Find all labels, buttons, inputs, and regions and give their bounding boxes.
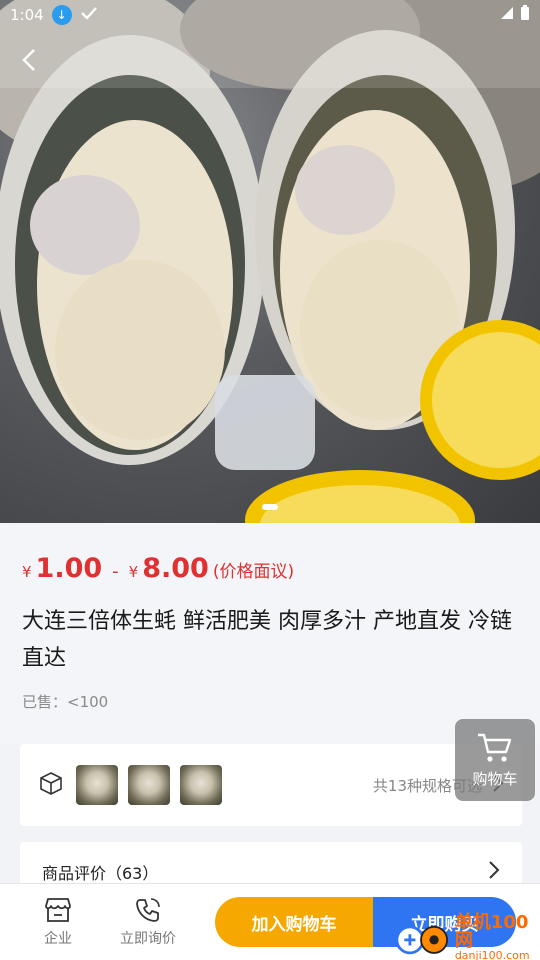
spec-selector[interactable]: 共13种规格可选 xyxy=(20,744,522,826)
carousel-indicator xyxy=(262,504,278,510)
watermark-logo-icon xyxy=(395,924,449,954)
price-high: 8.00 xyxy=(142,553,209,584)
add-to-cart-button[interactable]: 加入购物车 xyxy=(215,897,373,947)
floating-cart-label: 购物车 xyxy=(472,769,518,788)
price-low: 1.00 xyxy=(35,553,103,584)
product-info: ¥ 1.00 - ¥ 8.00 (价格面议) 大连三倍体生蚝 鲜活肥美 肉厚多汁… xyxy=(0,523,540,743)
reviews-label: 商品评价（63） xyxy=(42,864,159,883)
chevron-left-icon xyxy=(22,49,35,71)
price-range: ¥ 1.00 - ¥ 8.00 (价格面议) xyxy=(22,553,294,584)
shop-label: 企业 xyxy=(44,931,72,947)
package-icon xyxy=(38,770,64,800)
back-button[interactable] xyxy=(8,38,52,82)
spec-thumbnail[interactable] xyxy=(128,765,170,805)
spec-thumbnail[interactable] xyxy=(180,765,222,805)
chevron-right-icon xyxy=(488,860,500,884)
site-watermark: 单机100网 danji100.com xyxy=(395,914,540,960)
currency-symbol: ¥ xyxy=(128,563,139,581)
signal-icon xyxy=(500,6,514,24)
price-separator: - xyxy=(112,561,119,582)
inquiry-button[interactable]: 立即询价 xyxy=(98,896,198,948)
spec-thumbnail[interactable] xyxy=(76,765,118,805)
product-image-carousel[interactable] xyxy=(0,0,540,523)
shop-button[interactable]: 企业 xyxy=(18,896,98,948)
check-icon xyxy=(80,6,98,24)
status-time: 1:04 xyxy=(10,6,44,24)
sold-count: 已售：<100 xyxy=(22,693,109,711)
spec-thumbnails xyxy=(76,765,222,805)
floating-cart-button[interactable]: 购物车 xyxy=(455,719,535,801)
cart-icon xyxy=(478,733,512,762)
shop-icon xyxy=(45,898,71,922)
price-note: (价格面议) xyxy=(212,562,295,582)
currency-symbol: ¥ xyxy=(22,563,32,581)
watermark-url: danji100.com xyxy=(454,949,530,960)
watermark-name: 单机100网 xyxy=(454,912,529,951)
product-title: 大连三倍体生蚝 鲜活肥美 肉厚多汁 产地直发 冷链直达 xyxy=(22,609,512,671)
inquiry-label: 立即询价 xyxy=(120,931,176,947)
status-bar: 1:04 ↓ xyxy=(0,0,540,30)
battery-icon xyxy=(520,5,530,25)
phone-chat-icon xyxy=(136,898,160,922)
download-icon: ↓ xyxy=(51,5,72,25)
